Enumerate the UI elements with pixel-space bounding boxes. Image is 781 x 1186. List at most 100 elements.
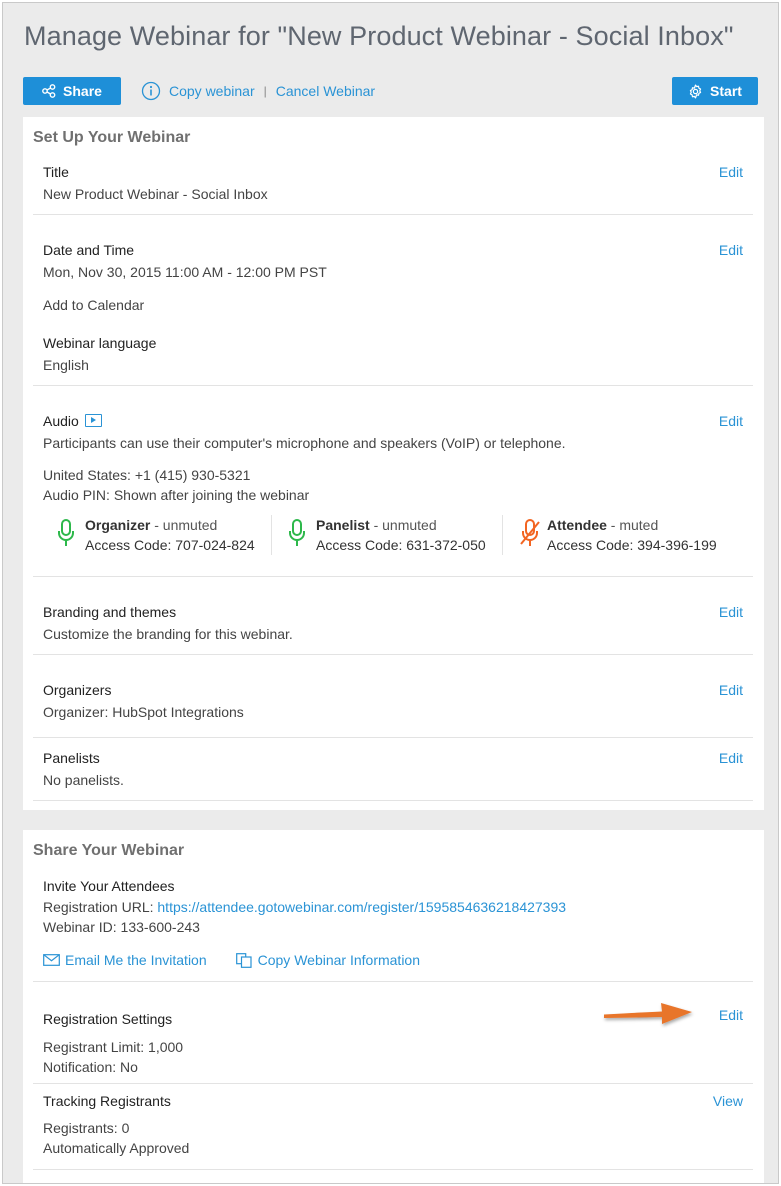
audio-description: Participants can use their computer's mi… bbox=[43, 435, 566, 451]
divider bbox=[33, 800, 753, 801]
panelists-label: Panelists bbox=[43, 750, 100, 766]
start-button[interactable]: Start bbox=[672, 77, 758, 105]
toolbar: Share Copy webinar | Cancel Webinar Star… bbox=[23, 77, 758, 105]
divider bbox=[33, 576, 753, 577]
organizer-role: Organizer - unmuted bbox=[85, 517, 217, 533]
tracking-section: Tracking Registrants View Registrants: 0… bbox=[33, 1088, 753, 1164]
share-button-label: Share bbox=[63, 83, 102, 99]
audio-label: Audio bbox=[43, 413, 102, 429]
setup-panel: Set Up Your Webinar Title New Product We… bbox=[23, 117, 764, 810]
panelist-access-code: Access Code: 631-372-050 bbox=[316, 537, 486, 553]
registration-url-label: Registration URL: bbox=[43, 899, 158, 915]
setup-heading: Set Up Your Webinar bbox=[33, 129, 191, 146]
audio-pin: Audio PIN: Shown after joining the webin… bbox=[43, 487, 310, 503]
microphone-muted-icon bbox=[520, 519, 540, 546]
role-status: - unmuted bbox=[369, 517, 437, 533]
tracking-label: Tracking Registrants bbox=[43, 1093, 171, 1109]
divider bbox=[33, 654, 753, 655]
language-label: Webinar language bbox=[43, 335, 157, 351]
column-divider bbox=[502, 515, 503, 555]
registration-settings-section: Registration Settings Edit Registrant Li… bbox=[33, 1003, 753, 1082]
panelists-value: No panelists. bbox=[43, 772, 124, 788]
webinar-id: Webinar ID: 133-600-243 bbox=[43, 919, 200, 935]
registrant-limit: Registrant Limit: 1,000 bbox=[43, 1039, 184, 1055]
role-name: Organizer bbox=[85, 517, 151, 533]
datetime-label: Date and Time bbox=[43, 242, 135, 258]
datetime-value: Mon, Nov 30, 2015 11:00 AM - 12:00 PM PS… bbox=[43, 264, 327, 280]
copy-webinar-info-label: Copy Webinar Information bbox=[257, 952, 420, 968]
copy-webinar-info-link[interactable]: Copy Webinar Information bbox=[235, 952, 420, 968]
add-to-calendar-link[interactable]: Add to Calendar bbox=[43, 297, 144, 313]
share-panel: Share Your Webinar Invite Your Attendees… bbox=[23, 830, 764, 1183]
gear-icon bbox=[689, 84, 702, 98]
registration-settings-label: Registration Settings bbox=[43, 1011, 173, 1027]
tracking-view-link[interactable]: View bbox=[713, 1093, 743, 1109]
audio-edit-link[interactable]: Edit bbox=[719, 413, 743, 429]
microphone-icon bbox=[58, 519, 74, 546]
audio-section: Audio Edit Participants can use their co… bbox=[33, 410, 753, 570]
organizers-edit-link[interactable]: Edit bbox=[719, 682, 743, 698]
registrants-count: Registrants: 0 bbox=[43, 1120, 130, 1136]
annotation-arrow bbox=[604, 1003, 692, 1024]
notification-setting: Notification: No bbox=[43, 1059, 138, 1075]
start-button-label: Start bbox=[710, 83, 742, 99]
organizers-value: Organizer: HubSpot Integrations bbox=[43, 704, 244, 720]
webinar-manager-window: Manage Webinar for "New Product Webinar … bbox=[2, 2, 779, 1184]
role-status: - muted bbox=[606, 517, 659, 533]
role-name: Panelist bbox=[316, 517, 370, 533]
page-title: Manage Webinar for "New Product Webinar … bbox=[24, 21, 734, 51]
registration-url-row: Registration URL: https://attendee.gotow… bbox=[43, 899, 566, 915]
registration-edit-link[interactable]: Edit bbox=[719, 1007, 743, 1023]
title-section: Title New Product Webinar - Social Inbox… bbox=[33, 161, 753, 215]
cancel-webinar-link[interactable]: Cancel Webinar bbox=[276, 83, 375, 99]
email-invitation-link[interactable]: Email Me the Invitation bbox=[43, 952, 207, 968]
audio-phone: United States: +1 (415) 930-5321 bbox=[43, 467, 251, 483]
info-icon bbox=[141, 81, 161, 101]
registration-url-link[interactable]: https://attendee.gotowebinar.com/registe… bbox=[157, 899, 566, 915]
panelists-section: Panelists No panelists. Edit bbox=[33, 747, 753, 797]
column-divider bbox=[271, 515, 272, 555]
branding-edit-link[interactable]: Edit bbox=[719, 604, 743, 620]
divider bbox=[33, 981, 753, 982]
datetime-section: Date and Time Mon, Nov 30, 2015 11:00 AM… bbox=[33, 239, 753, 379]
title-label: Title bbox=[43, 164, 69, 180]
share-button[interactable]: Share bbox=[23, 77, 121, 105]
divider bbox=[33, 214, 753, 215]
copy-webinar-link[interactable]: Copy webinar bbox=[169, 83, 255, 99]
branding-section: Branding and themes Customize the brandi… bbox=[33, 601, 753, 651]
role-status: - unmuted bbox=[150, 517, 218, 533]
panelists-edit-link[interactable]: Edit bbox=[719, 750, 743, 766]
role-name: Attendee bbox=[547, 517, 607, 533]
divider bbox=[33, 385, 753, 386]
attendee-access-code: Access Code: 394-396-199 bbox=[547, 537, 717, 553]
invite-label: Invite Your Attendees bbox=[43, 878, 175, 894]
attendee-role: Attendee - muted bbox=[547, 517, 658, 533]
organizers-section: Organizers Organizer: HubSpot Integratio… bbox=[33, 679, 753, 729]
approval-status: Automatically Approved bbox=[43, 1140, 190, 1156]
copy-icon bbox=[235, 952, 252, 968]
branding-label: Branding and themes bbox=[43, 604, 177, 620]
branding-value: Customize the branding for this webinar. bbox=[43, 626, 293, 642]
envelope-icon bbox=[43, 954, 60, 966]
divider bbox=[33, 1169, 753, 1170]
language-value: English bbox=[43, 357, 89, 373]
microphone-icon bbox=[289, 519, 305, 546]
toolbar-links: Copy webinar | Cancel Webinar bbox=[141, 77, 375, 105]
title-edit-link[interactable]: Edit bbox=[719, 164, 743, 180]
datetime-edit-link[interactable]: Edit bbox=[719, 242, 743, 258]
audio-label-text: Audio bbox=[43, 413, 79, 429]
organizer-access-code: Access Code: 707-024-824 bbox=[85, 537, 255, 553]
audio-roles: Organizer - unmuted Access Code: 707-024… bbox=[57, 515, 757, 559]
divider bbox=[33, 737, 753, 738]
title-value: New Product Webinar - Social Inbox bbox=[43, 186, 268, 202]
invite-section: Invite Your Attendees Registration URL: … bbox=[33, 875, 753, 975]
panelist-role: Panelist - unmuted bbox=[316, 517, 437, 533]
organizers-label: Organizers bbox=[43, 682, 112, 698]
toolbar-separator: | bbox=[263, 84, 267, 98]
share-icon bbox=[42, 84, 56, 98]
play-icon[interactable] bbox=[84, 414, 102, 427]
email-invitation-label: Email Me the Invitation bbox=[65, 952, 207, 968]
divider bbox=[33, 1083, 753, 1084]
share-actions: Email Me the Invitation Copy Webinar Inf… bbox=[43, 952, 420, 968]
share-heading: Share Your Webinar bbox=[33, 842, 185, 859]
